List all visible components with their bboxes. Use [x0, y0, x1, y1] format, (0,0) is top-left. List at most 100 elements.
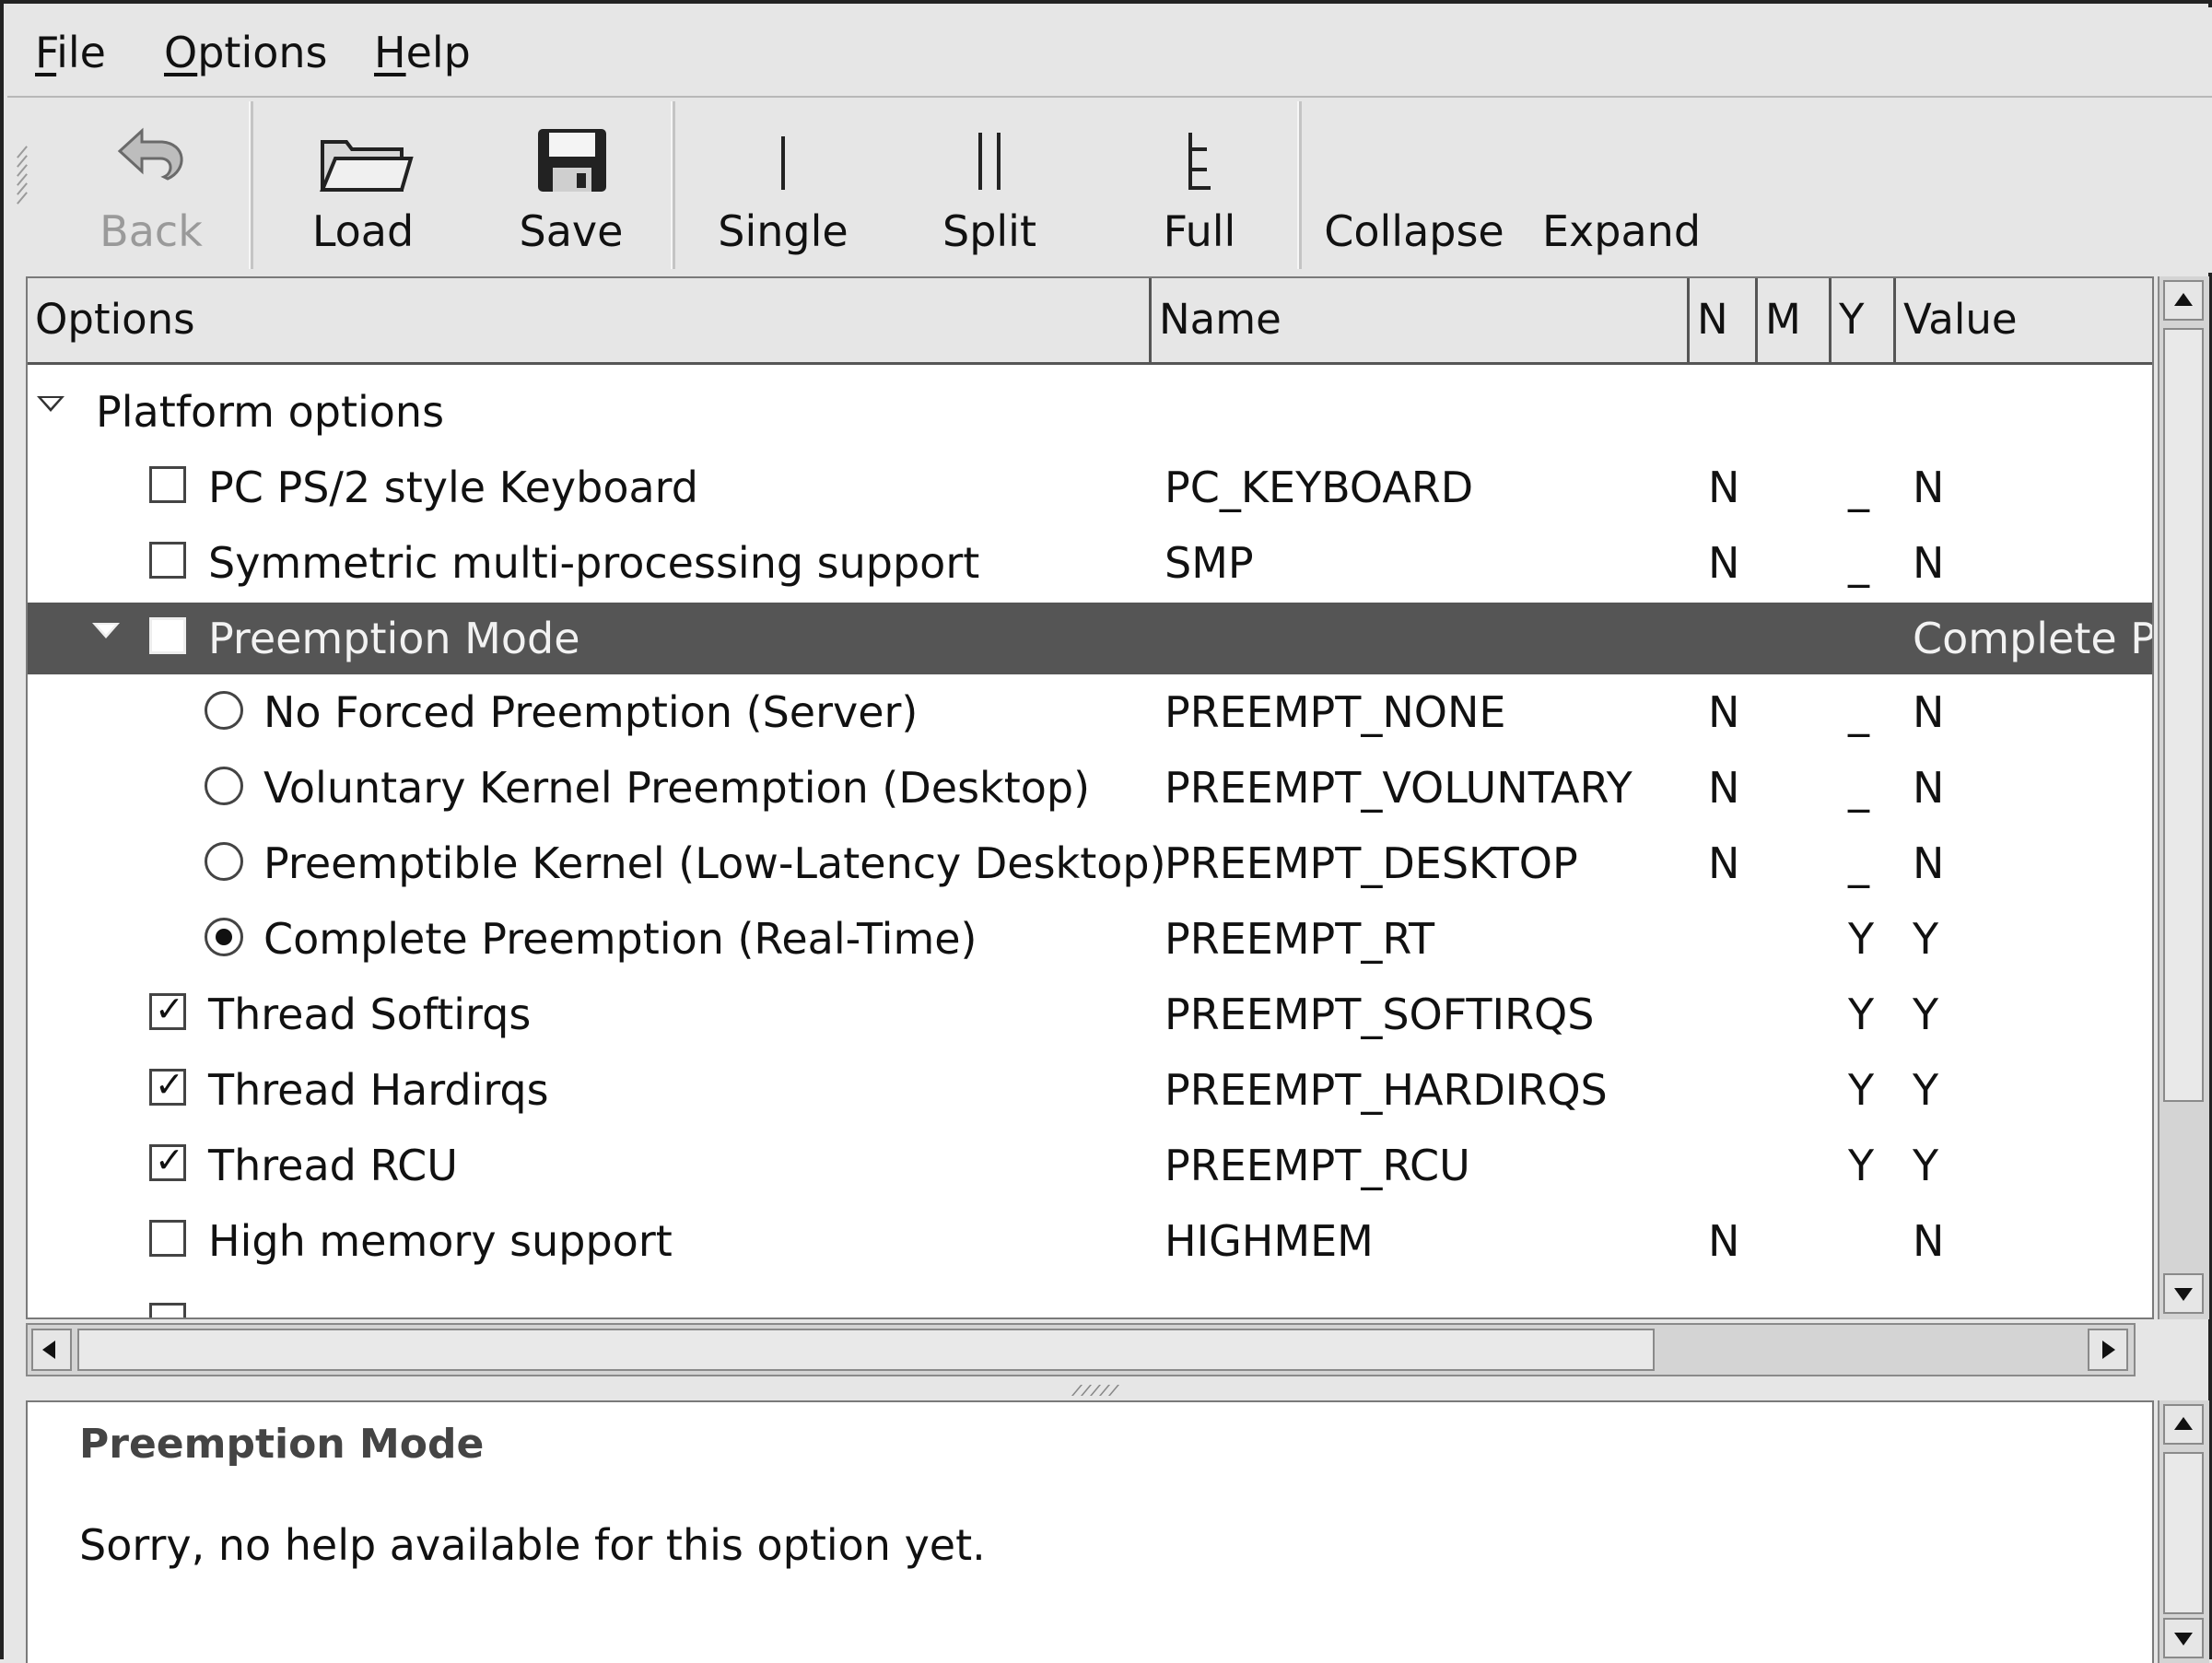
option-checkbox[interactable]: [149, 1064, 186, 1106]
menu-options-mnemonic: O: [164, 28, 198, 77]
row-label: Platform options: [96, 387, 445, 437]
tree-row-preemption-mode[interactable]: Preemption Mode Complete P: [28, 603, 2152, 674]
pane-resize-handle[interactable]: [1071, 1382, 1146, 1396]
option-radio[interactable]: [205, 691, 243, 730]
tree-row-platform-options[interactable]: Platform options: [28, 376, 2152, 451]
menu-file[interactable]: File: [35, 28, 106, 77]
full-view-button-label: Full: [1163, 206, 1236, 256]
single-view-icon: [781, 136, 785, 190]
row-symbol-name: SMP: [1165, 538, 1254, 588]
split-view-button-label: Split: [942, 206, 1036, 256]
row-n[interactable]: N: [1708, 687, 1739, 737]
column-header-n[interactable]: N: [1690, 278, 1758, 365]
back-arrow-icon: [117, 127, 183, 181]
single-view-button[interactable]: Single: [709, 123, 857, 262]
tree-row-highmem[interactable]: High memory support HIGHMEM N N: [28, 1205, 2152, 1281]
row-symbol-name: PREEMPT_RT: [1165, 914, 1435, 964]
save-button[interactable]: Save: [497, 123, 645, 262]
row-symbol-name: PREEMPT_RCU: [1165, 1141, 1470, 1190]
row-value: Complete P: [1913, 614, 2154, 663]
option-checkbox[interactable]: [149, 1140, 186, 1181]
tree-row-preempt-rcu[interactable]: Thread RCU PREEMPT_RCU Y Y: [28, 1130, 2152, 1205]
tree-horizontal-scroll-thumb[interactable]: [77, 1329, 1655, 1371]
scroll-left-arrow-icon[interactable]: [31, 1329, 72, 1371]
help-title: Preemption Mode: [79, 1421, 485, 1468]
split-view-button[interactable]: Split: [916, 123, 1063, 262]
collapse-button[interactable]: Collapse: [1324, 123, 1504, 262]
scroll-up-arrow-icon[interactable]: [2163, 1404, 2204, 1445]
menu-file-label: ile: [56, 28, 106, 77]
tree-row-preempt-softirqs[interactable]: Thread Softirqs PREEMPT_SOFTIRQS Y Y: [28, 978, 2152, 1054]
row-value: N: [1913, 538, 1945, 588]
tree-row-preempt-desktop[interactable]: Preemptible Kernel (Low-Latency Desktop)…: [28, 827, 2152, 903]
tree-row-preempt-none[interactable]: No Forced Preemption (Server) PREEMPT_NO…: [28, 676, 2152, 752]
row-n[interactable]: N: [1708, 538, 1739, 588]
tree-row-preempt-voluntary[interactable]: Voluntary Kernel Preemption (Desktop) PR…: [28, 752, 2152, 827]
row-y[interactable]: _: [1848, 763, 1869, 813]
row-n[interactable]: N: [1708, 1216, 1739, 1266]
tree-horizontal-scrollbar[interactable]: [26, 1323, 2136, 1376]
scroll-down-arrow-icon[interactable]: [2163, 1273, 2204, 1314]
menu-help[interactable]: Help: [374, 28, 471, 77]
load-button[interactable]: Load: [289, 123, 437, 262]
tree-row-smp[interactable]: Symmetric multi-processing support SMP N…: [28, 527, 2152, 603]
column-header-y[interactable]: Y: [1832, 278, 1896, 365]
scroll-right-arrow-icon[interactable]: [2088, 1329, 2128, 1371]
option-radio[interactable]: [205, 918, 243, 956]
tree-vertical-scrollbar[interactable]: [2158, 276, 2209, 1319]
row-symbol-name: PREEMPT_HARDIRQS: [1165, 1065, 1608, 1115]
tree-vertical-scroll-thumb[interactable]: [2163, 328, 2204, 1102]
full-view-button[interactable]: Full: [1126, 123, 1273, 262]
row-y[interactable]: Y: [1848, 1065, 1874, 1115]
menu-options[interactable]: Options: [164, 28, 328, 77]
load-button-label: Load: [311, 206, 415, 256]
option-checkbox[interactable]: [149, 466, 186, 503]
expand-button[interactable]: Expand: [1542, 123, 1701, 262]
row-n[interactable]: N: [1708, 838, 1739, 888]
back-button[interactable]: Back: [77, 123, 225, 262]
row-n[interactable]: N: [1708, 463, 1739, 512]
row-y[interactable]: Y: [1848, 1141, 1874, 1190]
row-y[interactable]: _: [1848, 538, 1869, 588]
option-checkbox[interactable]: [149, 989, 186, 1030]
app-window: File Options Help Back Load Save Single …: [0, 0, 2212, 1663]
row-label: Thread Softirqs: [208, 990, 532, 1039]
row-symbol-name: PREEMPT_VOLUNTARY: [1165, 763, 1633, 813]
help-vertical-scroll-thumb[interactable]: [2163, 1452, 2204, 1614]
expander-triangle-icon[interactable]: [92, 623, 120, 638]
row-value: Y: [1913, 990, 1939, 1039]
expander-triangle-icon[interactable]: [37, 396, 64, 412]
option-radio[interactable]: [205, 842, 243, 881]
option-radio[interactable]: [205, 767, 243, 805]
row-symbol-name: HIGHMEM: [1165, 1216, 1374, 1266]
row-y[interactable]: _: [1848, 838, 1869, 888]
option-checkbox[interactable]: [149, 1220, 186, 1257]
menu-file-mnemonic: F: [35, 28, 57, 77]
tree-row-preempt-rt[interactable]: Complete Preemption (Real-Time) PREEMPT_…: [28, 903, 2152, 978]
help-vertical-scrollbar[interactable]: [2158, 1400, 2209, 1663]
full-view-icon: [1188, 133, 1211, 190]
row-label: Thread RCU: [208, 1141, 458, 1190]
scroll-down-arrow-icon[interactable]: [2163, 1618, 2204, 1658]
row-value: N: [1913, 763, 1945, 813]
options-tree-table: Options Name N M Y Value Platform option…: [26, 276, 2154, 1319]
row-y[interactable]: _: [1848, 463, 1869, 512]
option-checkbox[interactable]: [149, 617, 186, 654]
column-header-value[interactable]: Value: [1896, 278, 2152, 365]
row-y[interactable]: Y: [1848, 914, 1874, 964]
column-header-name[interactable]: Name: [1152, 278, 1690, 365]
toolbar-separator: [671, 101, 675, 269]
row-symbol-name: PREEMPT_NONE: [1165, 687, 1506, 737]
scroll-up-arrow-icon[interactable]: [2163, 280, 2204, 321]
row-y[interactable]: _: [1848, 687, 1869, 737]
option-checkbox[interactable]: [149, 542, 186, 579]
column-header-options[interactable]: Options: [28, 278, 1152, 365]
row-label: High memory support: [208, 1216, 673, 1266]
row-value: N: [1913, 687, 1945, 737]
tree-row-pc-keyboard[interactable]: PC PS/2 style Keyboard PC_KEYBOARD N _ N: [28, 451, 2152, 527]
tree-row-preempt-hardirqs[interactable]: Thread Hardirqs PREEMPT_HARDIRQS Y Y: [28, 1054, 2152, 1130]
row-y[interactable]: Y: [1848, 990, 1874, 1039]
option-checkbox[interactable]: [149, 1303, 186, 1318]
column-header-m[interactable]: M: [1758, 278, 1832, 365]
row-n[interactable]: N: [1708, 763, 1739, 813]
